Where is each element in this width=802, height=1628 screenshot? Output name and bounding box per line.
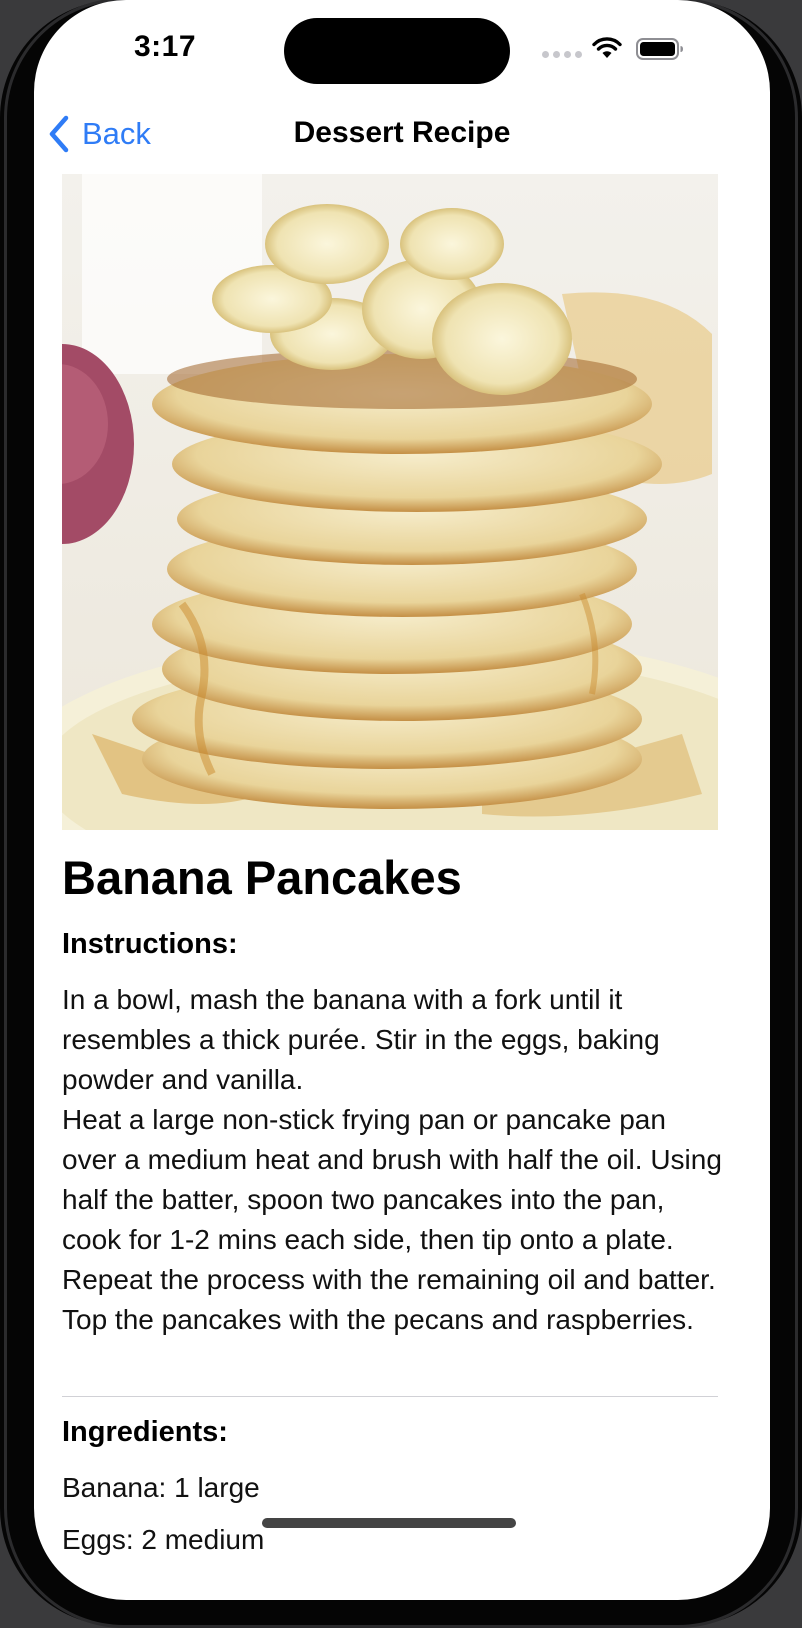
nav-title: Dessert Recipe xyxy=(293,116,511,149)
recipe-image xyxy=(62,174,718,830)
instructions-text: In a bowl, mash the banana with a fork u… xyxy=(62,984,722,1335)
ingredient-item: Eggs: 2 medium xyxy=(62,1524,265,1555)
home-indicator[interactable] xyxy=(262,1518,516,1528)
ingredient-item: Banana: 1 large xyxy=(62,1472,260,1503)
status-time: 3:17 xyxy=(134,30,197,63)
app-screen: 3:17 Back Dessert Recipe Banana Pancakes… xyxy=(34,0,770,1600)
instructions-heading: Instructions: xyxy=(62,928,238,960)
dynamic-island xyxy=(284,18,510,84)
section-divider xyxy=(62,1396,718,1397)
battery-icon xyxy=(636,38,683,60)
wifi-icon xyxy=(592,37,622,58)
ingredients-heading: Ingredients: xyxy=(62,1416,228,1448)
cellular-signal-icon xyxy=(542,51,582,59)
recipe-title: Banana Pancakes xyxy=(62,851,462,904)
